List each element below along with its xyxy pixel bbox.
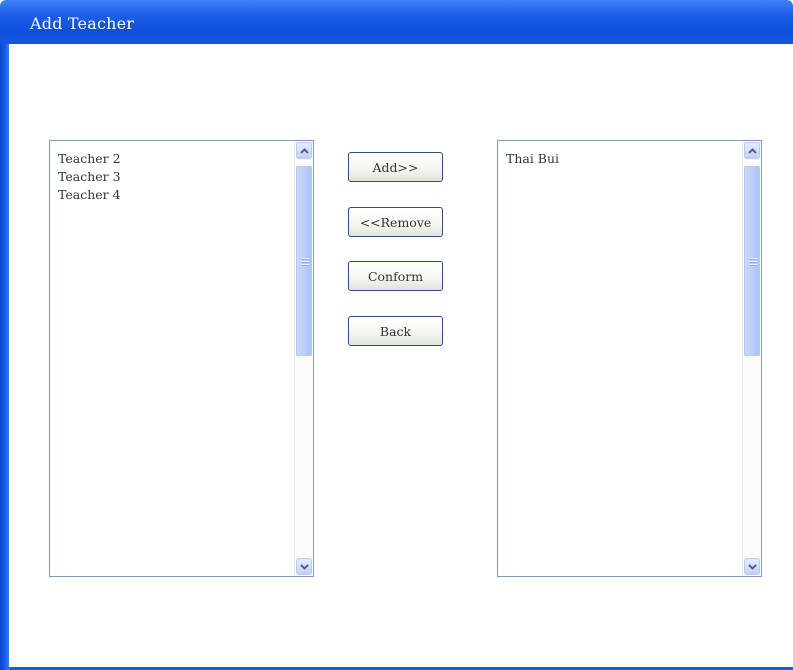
- window-left-border: [0, 44, 9, 670]
- add-teacher-window: Add Teacher Teacher 2 Teacher 3 Teacher …: [0, 0, 793, 670]
- selected-teachers-list[interactable]: Thai Bui: [497, 140, 762, 577]
- scroll-up-button[interactable]: [296, 142, 312, 159]
- scroll-thumb[interactable]: [296, 166, 312, 356]
- conform-button[interactable]: Conform: [348, 261, 443, 291]
- window-title: Add Teacher: [30, 14, 135, 33]
- vertical-scrollbar[interactable]: [742, 141, 761, 576]
- add-button[interactable]: Add>>: [348, 152, 443, 182]
- list-item[interactable]: Teacher 4: [58, 186, 289, 204]
- grip-icon: [749, 258, 757, 266]
- scroll-up-button[interactable]: [744, 142, 760, 159]
- remove-button[interactable]: <<Remove: [348, 207, 443, 237]
- available-teachers-list[interactable]: Teacher 2 Teacher 3 Teacher 4: [49, 140, 314, 577]
- scroll-thumb[interactable]: [744, 166, 760, 356]
- chevron-up-icon: [299, 147, 309, 154]
- chevron-up-icon: [747, 147, 757, 154]
- scroll-down-button[interactable]: [744, 558, 760, 575]
- chevron-down-icon: [299, 563, 309, 570]
- vertical-scrollbar[interactable]: [294, 141, 313, 576]
- chevron-down-icon: [747, 563, 757, 570]
- list-item[interactable]: Thai Bui: [506, 150, 737, 168]
- selected-teachers-items: Thai Bui: [506, 150, 737, 168]
- available-teachers-items: Teacher 2 Teacher 3 Teacher 4: [58, 150, 289, 204]
- list-item[interactable]: Teacher 3: [58, 168, 289, 186]
- scroll-down-button[interactable]: [296, 558, 312, 575]
- list-item[interactable]: Teacher 2: [58, 150, 289, 168]
- title-bar[interactable]: Add Teacher: [0, 0, 793, 44]
- back-button[interactable]: Back: [348, 316, 443, 346]
- grip-icon: [301, 258, 309, 266]
